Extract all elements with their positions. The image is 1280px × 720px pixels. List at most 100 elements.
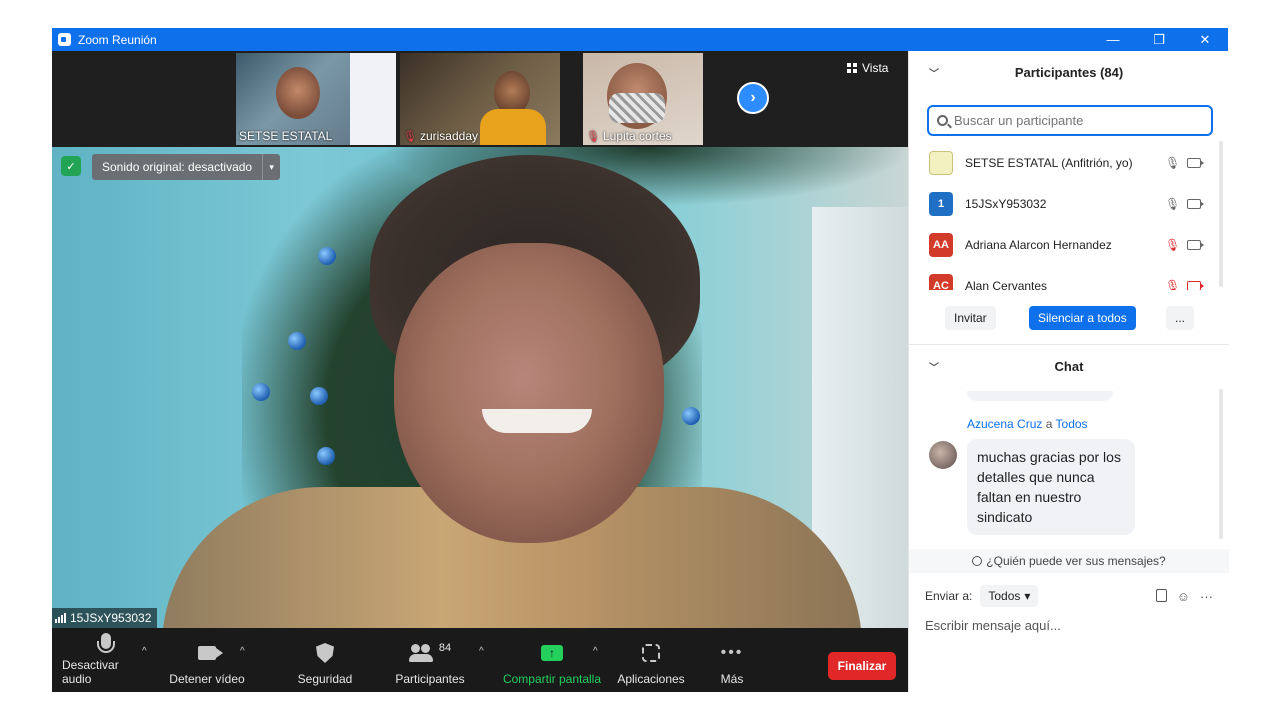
person-smile: [482, 409, 592, 433]
camera-icon[interactable]: [1187, 239, 1204, 250]
view-button[interactable]: Vista: [847, 61, 888, 75]
shield-icon: [316, 643, 334, 663]
thumbnail-shirt: [480, 109, 546, 145]
thumbnail-zurisadday[interactable]: 🎙 zurisadday: [400, 53, 560, 145]
original-sound-toggle[interactable]: Sonido original: desactivado ▾: [92, 154, 281, 180]
grid-icon: [847, 63, 857, 73]
video-options-caret-icon[interactable]: ^: [240, 646, 245, 657]
participants-label: Participantes: [395, 672, 465, 686]
message-to-word: a: [1045, 417, 1053, 431]
zoom-app-icon: [58, 33, 71, 46]
apps-icon: [642, 644, 660, 662]
stop-video-button[interactable]: Detener vídeo: [166, 628, 248, 692]
speaker-name-tag: 15JSxY953032: [52, 608, 158, 628]
meeting-toolbar: Desactivar audio ^ Detener vídeo ^ Segur…: [52, 628, 908, 692]
thumbnail-lupita-cortes[interactable]: 🎙 Lupita cortes: [583, 53, 703, 145]
camera-icon[interactable]: [1187, 198, 1204, 209]
participants-button[interactable]: 84 Participantes: [392, 628, 468, 692]
share-screen-button[interactable]: ↑ Compartir pantalla: [500, 628, 604, 692]
sender-avatar: [929, 441, 957, 469]
video-area: SETSE ESTATAL 🎙 zurisadday 🎙 Lupita cort…: [52, 51, 908, 692]
chat-scrollbar[interactable]: [1219, 389, 1223, 539]
side-panel: ﹀ Participantes (84) SETSE ESTATAL (Anfi…: [908, 51, 1229, 692]
share-screen-label: Compartir pantalla: [502, 672, 602, 686]
participant-list-scrollbar[interactable]: [1219, 141, 1223, 287]
participant-search-input[interactable]: [954, 113, 1194, 128]
next-page-button[interactable]: ›: [737, 82, 769, 114]
person-face: [394, 243, 664, 543]
camera-icon[interactable]: [1187, 157, 1204, 168]
message-header: Azucena Cruz a Todos: [967, 417, 1088, 431]
mic-muted-icon: 🎙: [403, 130, 417, 143]
previous-message-bubble: [967, 391, 1113, 401]
participant-row[interactable]: 1 15JSxY953032 🎙: [909, 183, 1219, 224]
mic-muted-icon: 🎙: [586, 130, 600, 143]
thumbnail-label: 🎙 Lupita cortes: [586, 129, 672, 143]
thumbnail-name: SETSE ESTATAL: [239, 129, 333, 143]
title-bar: Zoom Reunión — ❐ ✕: [52, 28, 1228, 51]
chat-title: Chat: [1054, 358, 1084, 374]
send-to-value: Todos: [988, 589, 1021, 603]
ornament: [252, 383, 270, 401]
participants-title: Participantes (84): [1014, 64, 1124, 80]
thumbnail-label: SETSE ESTATAL: [239, 129, 332, 143]
stop-video-label: Detener vídeo: [169, 672, 245, 686]
restore-button[interactable]: ❐: [1136, 28, 1182, 51]
participant-search[interactable]: [927, 105, 1213, 136]
caret-down-icon[interactable]: ▾: [262, 154, 280, 180]
mute-all-button[interactable]: Silenciar a todos: [1029, 306, 1136, 330]
security-button[interactable]: Seguridad: [292, 628, 358, 692]
who-can-see-messages-link[interactable]: ¿Quién puede ver sus mensajes?: [909, 549, 1229, 573]
end-meeting-button[interactable]: Finalizar: [828, 652, 896, 680]
collapse-chevron-icon[interactable]: ﹀: [929, 65, 939, 80]
apps-button[interactable]: Aplicaciones: [614, 628, 688, 692]
thumbnail-mask: [609, 93, 665, 123]
microphone-icon[interactable]: 🎙: [1165, 197, 1180, 211]
more-label: Más: [720, 672, 744, 686]
ornament: [682, 407, 700, 425]
chat-messages: Azucena Cruz a Todos muchas gracias por …: [909, 391, 1229, 571]
mute-audio-button[interactable]: Desactivar audio: [62, 628, 150, 692]
participant-list: SETSE ESTATAL (Anfitrión, yo) 🎙 1 15JSxY…: [909, 142, 1219, 290]
camera-off-icon[interactable]: [1187, 280, 1204, 290]
microphone-icon: [97, 633, 115, 653]
person-info-icon: [972, 556, 983, 566]
participants-options-caret-icon[interactable]: ^: [479, 646, 484, 657]
send-to-dropdown[interactable]: Todos ▾: [980, 585, 1039, 607]
avatar: 1: [929, 191, 953, 216]
ornament: [310, 387, 328, 405]
more-button[interactable]: ••• Más: [712, 628, 752, 692]
send-to-row: Enviar a: Todos ▾ ☺ ···: [925, 584, 1221, 608]
participant-name: Adriana Alarcon Hernandez: [965, 237, 1112, 252]
microphone-icon[interactable]: 🎙: [1165, 156, 1180, 170]
participants-count: 84: [438, 642, 452, 654]
participant-row[interactable]: AC Alan Cervantes 🎙: [909, 265, 1219, 290]
mute-audio-label: Desactivar audio: [62, 658, 119, 686]
audio-options-caret-icon[interactable]: ^: [142, 646, 147, 657]
invite-button[interactable]: Invitar: [945, 306, 996, 330]
microphone-muted-icon[interactable]: 🎙: [1165, 279, 1180, 291]
participant-row[interactable]: AA Adriana Alarcon Hernandez 🎙: [909, 224, 1219, 265]
participant-row[interactable]: SETSE ESTATAL (Anfitrión, yo) 🎙: [909, 142, 1219, 183]
emoji-icon[interactable]: ☺: [1177, 589, 1190, 604]
main-speaker-video: ✓ Sonido original: desactivado ▾ 15JSxY9…: [52, 147, 908, 628]
thumbnail-name: zurisadday: [419, 129, 478, 143]
chevron-down-icon: ▾: [1024, 589, 1031, 603]
message-sender[interactable]: Azucena Cruz: [967, 417, 1042, 431]
file-icon[interactable]: [1155, 588, 1167, 602]
security-label: Seguridad: [297, 672, 353, 686]
participants-more-button[interactable]: ...: [1166, 306, 1195, 330]
encryption-shield-icon[interactable]: ✓: [61, 156, 81, 176]
participant-name: 15JSxY953032: [965, 196, 1047, 211]
chat-message-input[interactable]: [925, 614, 1215, 636]
microphone-muted-icon[interactable]: 🎙: [1165, 238, 1180, 252]
close-button[interactable]: ✕: [1182, 28, 1228, 51]
minimize-button[interactable]: —: [1090, 28, 1136, 51]
collapse-chevron-icon[interactable]: ﹀: [929, 359, 939, 374]
view-label: Vista: [862, 61, 889, 75]
more-options-icon[interactable]: ···: [1200, 589, 1213, 604]
ornament: [318, 247, 336, 265]
thumbnail-setse-estatal[interactable]: SETSE ESTATAL: [236, 53, 396, 145]
share-options-caret-icon[interactable]: ^: [593, 646, 598, 657]
participant-actions: Invitar Silenciar a todos ...: [909, 306, 1229, 332]
